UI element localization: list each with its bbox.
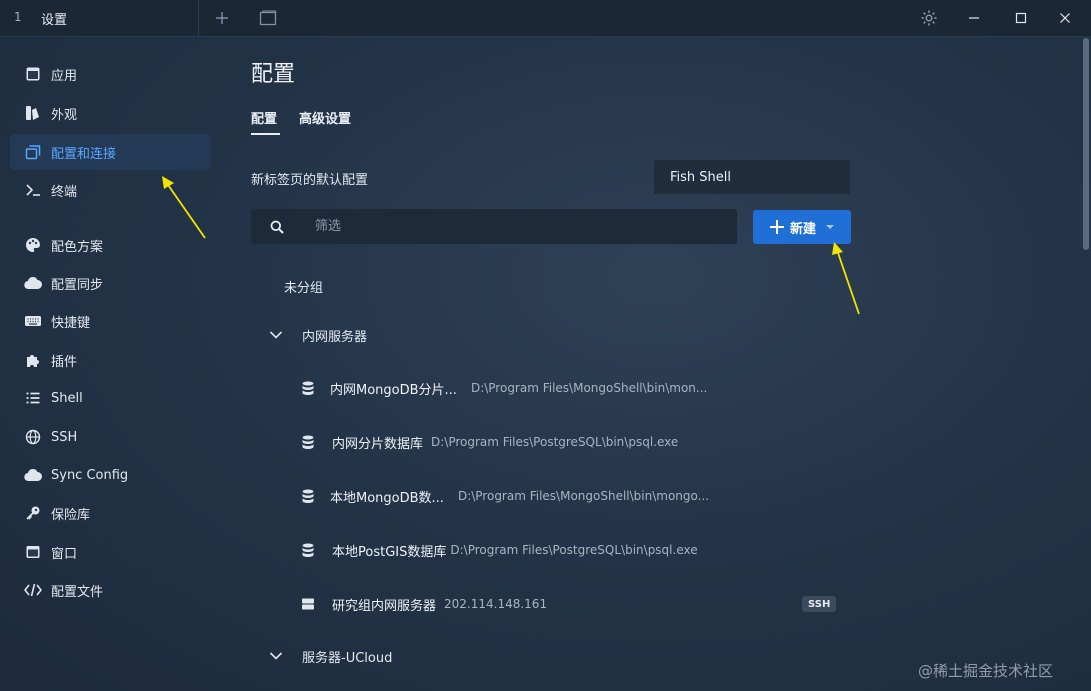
- sidebar-item-app[interactable]: 应用: [10, 56, 210, 92]
- sidebar: 应用 外观 配置和连接 终端 配色方案 配置同步 快捷键 插件 Shell SS…: [0, 37, 220, 691]
- sidebar-item-label: 终端: [51, 184, 78, 200]
- sidebar-item-label: 保险库: [51, 507, 91, 523]
- sidebar-item-config-sync[interactable]: 配置同步: [10, 265, 210, 301]
- filter-field[interactable]: [251, 209, 737, 244]
- close-icon[interactable]: [1050, 6, 1080, 30]
- new-button-label: 新建: [790, 221, 817, 237]
- tab-profiles[interactable]: 配置: [251, 108, 277, 127]
- sidebar-item-appearance[interactable]: 外观: [10, 95, 210, 131]
- sidebar-item-label: 配色方案: [51, 239, 104, 255]
- list-icon: [24, 389, 42, 407]
- group-header[interactable]: 服务器-UCloud: [268, 644, 392, 668]
- profile-command: D:\Program Files\MongoShell\bin\mon...: [470, 381, 708, 395]
- database-icon: [300, 434, 316, 450]
- sidebar-item-window[interactable]: 窗口: [10, 534, 210, 570]
- group-name: 服务器-UCloud: [302, 650, 393, 666]
- sidebar-item-label: 快捷键: [51, 315, 91, 331]
- caret-down-icon[interactable]: [826, 225, 835, 229]
- profile-command: 202.114.148.161: [444, 597, 548, 611]
- tab-advanced[interactable]: 高级设置: [299, 108, 351, 127]
- plus-icon: [770, 220, 784, 234]
- app-icon: [24, 65, 42, 83]
- filter-input[interactable]: [313, 218, 697, 235]
- active-tab-indicator: [251, 133, 280, 135]
- tab-number: 1: [14, 10, 22, 24]
- ssh-badge: SSH: [802, 596, 837, 612]
- sidebar-item-terminal[interactable]: 终端: [10, 172, 210, 208]
- sidebar-item-hotkeys[interactable]: 快捷键: [10, 303, 210, 339]
- watermark: @稀土掘金技术社区: [918, 662, 1054, 680]
- plus-icon[interactable]: [210, 6, 234, 30]
- terminal-icon: [24, 181, 42, 199]
- sidebar-item-label: 应用: [51, 68, 78, 84]
- tab-title[interactable]: 设置: [41, 9, 67, 28]
- window-icon: [24, 543, 42, 561]
- sidebar-item-label: SSH: [51, 429, 78, 445]
- new-profile-button[interactable]: 新建: [753, 210, 851, 244]
- minimize-icon[interactable]: [959, 6, 989, 30]
- profile-item[interactable]: 研究组内网服务器 202.114.148.161: [300, 592, 547, 616]
- maximize-icon[interactable]: [1006, 6, 1036, 30]
- profile-name: 研究组内网服务器: [332, 598, 437, 614]
- sidebar-item-label: 窗口: [51, 546, 78, 562]
- profile-name: 内网分片数据库: [332, 436, 424, 452]
- sidebar-item-label: Sync Config: [51, 467, 129, 483]
- keyboard-icon: [24, 312, 42, 330]
- chevron-down-icon: [268, 327, 284, 343]
- profile-command: D:\Program Files\MongoShell\bin\mongo...: [457, 489, 710, 503]
- sidebar-item-shell[interactable]: Shell: [10, 380, 210, 416]
- database-icon: [300, 488, 316, 504]
- sidebar-item-label: 插件: [51, 354, 78, 370]
- search-icon: [269, 219, 285, 235]
- default-profile-select[interactable]: Fish Shell: [654, 160, 850, 194]
- window-split-icon[interactable]: [256, 6, 280, 30]
- profile-item[interactable]: 本地MongoDB数... D:\Program Files\MongoShel…: [300, 484, 709, 508]
- profile-item[interactable]: 内网MongoDB分片... D:\Program Files\MongoShe…: [300, 376, 707, 400]
- page-title: 配置: [251, 62, 296, 87]
- sidebar-item-label: 配置文件: [51, 584, 104, 600]
- globe-icon: [24, 428, 42, 446]
- sidebar-item-color-scheme[interactable]: 配色方案: [10, 227, 210, 263]
- default-profile-label: 新标签页的默认配置: [251, 173, 369, 188]
- puzzle-icon: [24, 351, 42, 369]
- profile-name: 本地MongoDB数...: [330, 490, 444, 506]
- group-header[interactable]: 内网服务器: [268, 323, 367, 347]
- sidebar-item-label: Shell: [51, 390, 83, 406]
- profile-name: 内网MongoDB分片...: [330, 382, 457, 398]
- sidebar-item-config-file[interactable]: 配置文件: [10, 572, 210, 608]
- sidebar-item-label: 配置同步: [51, 277, 104, 293]
- code-icon: [24, 581, 42, 599]
- profile-item[interactable]: 本地PostGIS数据库 D:\Program Files\PostgreSQL…: [300, 538, 698, 562]
- gear-icon[interactable]: [917, 6, 941, 30]
- profile-name: 本地PostGIS数据库: [332, 544, 447, 560]
- profile-command: D:\Program Files\PostgreSQL\bin\psql.exe: [450, 543, 698, 557]
- sidebar-item-plugins[interactable]: 插件: [10, 342, 210, 378]
- main-panel: 配置 配置 高级设置 新标签页的默认配置 Fish Shell 新建 未分组 内…: [220, 37, 1091, 691]
- profile-command: D:\Program Files\PostgreSQL\bin\psql.exe: [431, 435, 679, 449]
- sidebar-item-label: 外观: [51, 107, 78, 123]
- sidebar-item-sync-config[interactable]: Sync Config: [10, 457, 210, 493]
- key-icon: [24, 504, 42, 522]
- tab-divider: [198, 0, 199, 36]
- appearance-icon: [24, 104, 42, 122]
- server-icon: [300, 596, 316, 612]
- sidebar-item-ssh[interactable]: SSH: [10, 419, 210, 455]
- database-icon: [300, 380, 316, 396]
- sidebar-item-profiles[interactable]: 配置和连接: [10, 134, 210, 170]
- scrollbar[interactable]: [1083, 38, 1089, 250]
- chevron-down-icon: [268, 648, 284, 664]
- title-bar: 1 设置: [0, 0, 1091, 37]
- cloud-icon: [24, 274, 42, 292]
- sidebar-item-label: 配置和连接: [51, 146, 117, 162]
- database-icon: [300, 542, 316, 558]
- group-ungrouped[interactable]: 未分组: [284, 277, 323, 296]
- sidebar-item-vault[interactable]: 保险库: [10, 495, 210, 531]
- profile-item[interactable]: 内网分片数据库 D:\Program Files\PostgreSQL\bin\…: [300, 430, 678, 454]
- group-name: 内网服务器: [302, 329, 368, 345]
- palette-icon: [24, 236, 42, 254]
- cloud-icon: [24, 466, 42, 484]
- default-profile-value: Fish Shell: [670, 169, 732, 185]
- profiles-icon: [24, 143, 42, 161]
